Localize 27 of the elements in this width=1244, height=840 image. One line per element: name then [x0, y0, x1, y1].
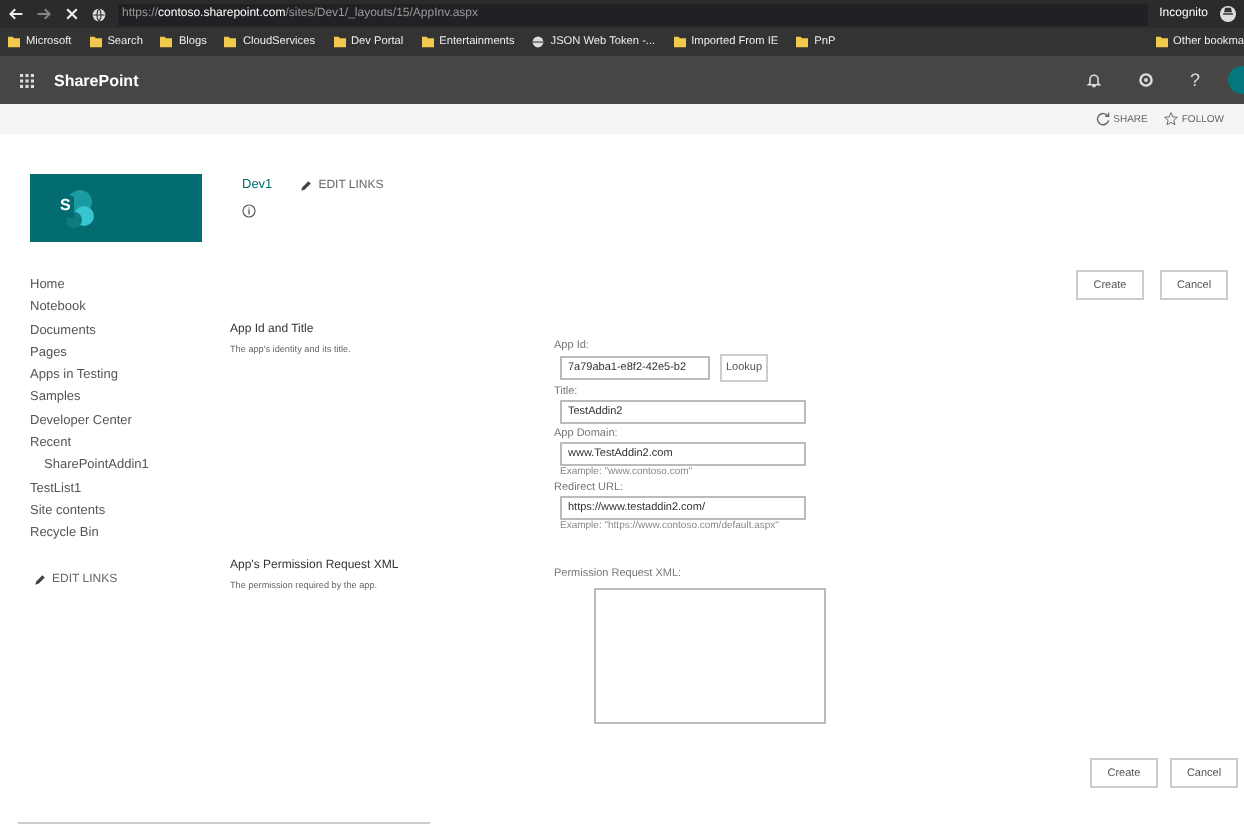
incognito-icon[interactable]: [1220, 6, 1236, 22]
site-logo[interactable]: S: [30, 174, 202, 242]
folder-icon: [1155, 36, 1168, 48]
folder-icon: [333, 36, 346, 48]
folder-icon: [673, 36, 686, 48]
app-title[interactable]: SharePoint: [54, 71, 139, 89]
star-icon: [1163, 112, 1178, 126]
folder-icon: [160, 36, 173, 48]
folder-icon: [421, 36, 434, 48]
app-launcher-icon[interactable]: [20, 73, 34, 87]
close-icon[interactable]: [64, 6, 80, 22]
bell-icon[interactable]: [1085, 72, 1102, 88]
globe-icon: [532, 36, 545, 48]
folder-icon: [89, 36, 102, 48]
globe-icon: [92, 7, 106, 21]
folder-icon: [796, 36, 809, 48]
folder-icon: [8, 36, 20, 48]
refresh-icon: [1095, 112, 1110, 126]
pencil-icon: [300, 179, 313, 191]
forward-icon[interactable]: [36, 6, 52, 22]
folder-icon: [224, 36, 237, 48]
help-button[interactable]: ?: [1189, 70, 1200, 90]
permission-xml-field[interactable]: [594, 588, 826, 724]
settings-icon[interactable]: [1137, 72, 1154, 88]
info-icon[interactable]: [242, 204, 256, 218]
back-icon[interactable]: [8, 6, 24, 22]
pencil-icon: [34, 573, 46, 586]
